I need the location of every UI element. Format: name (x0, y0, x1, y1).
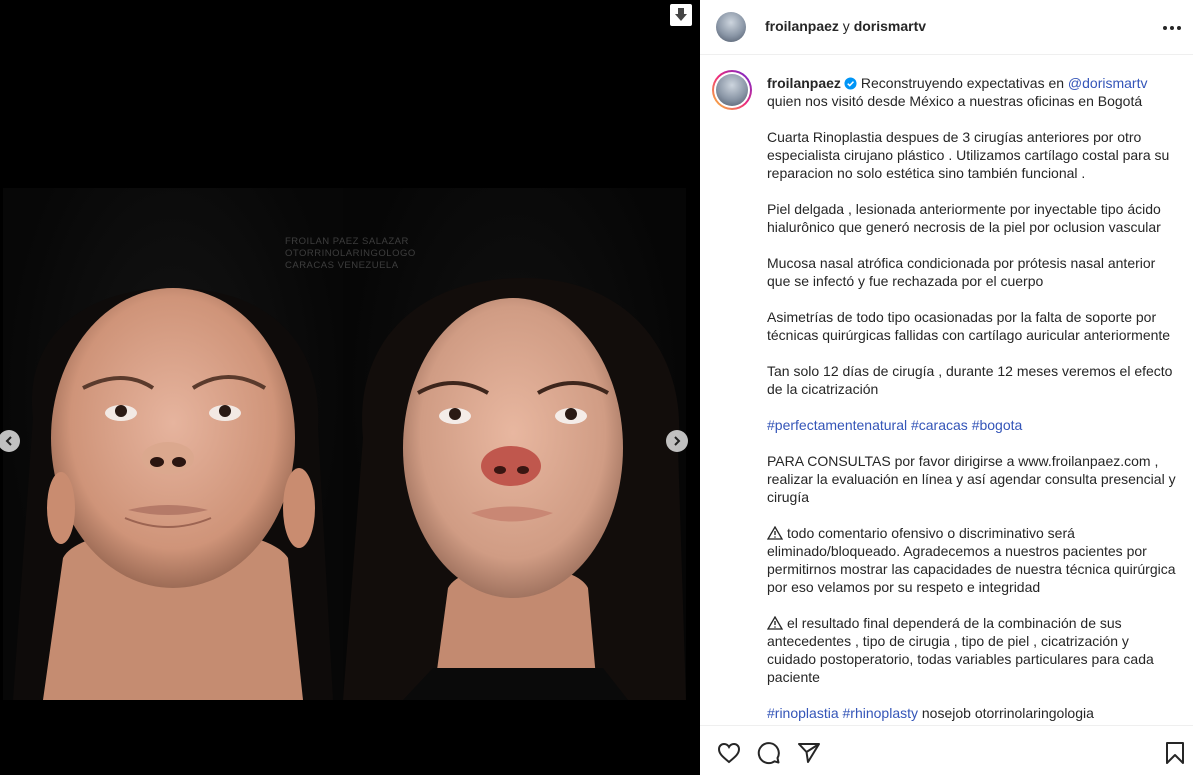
post-authors: froilanpaez y dorismartv (765, 18, 926, 34)
caption-avatar[interactable] (712, 70, 752, 110)
save-button[interactable] (1162, 740, 1188, 766)
caption-text: Reconstruyendo expectativas en (860, 75, 1065, 91)
heart-icon (717, 742, 741, 764)
hashtag-link[interactable]: #caracas (911, 417, 968, 433)
watermark-line: FROILAN PAEZ SALAZAR (285, 236, 409, 247)
post-actions-bar (700, 725, 1193, 775)
hashtag-link[interactable]: #rinoplastia (767, 705, 839, 721)
more-options-button[interactable] (1160, 16, 1184, 40)
post-side-panel: froilanpaez y dorismartv froilanpaez Reco… (700, 0, 1193, 775)
caption-paragraph: Asimetrías de todo tipo ocasionadas por … (767, 309, 1171, 343)
caption-paragraph: todo comentario ofensivo o discriminativ… (767, 525, 1176, 595)
verified-icon (844, 77, 857, 90)
post-caption: froilanpaez Reconstruyendo expectativas e… (767, 74, 1177, 725)
like-button[interactable] (716, 740, 742, 766)
caption-paragraph: Cuarta Rinoplastia despues de 3 cirugías… (767, 129, 1170, 181)
next-slide-button[interactable] (666, 430, 688, 452)
caption-username[interactable]: froilanpaez (767, 75, 841, 91)
caption-paragraph: PARA CONSULTAS por favor dirigirse a www… (767, 453, 1176, 505)
caption-text: nosejob otorrinolaringologia (921, 705, 1094, 721)
hashtag-link[interactable]: #bogota (972, 417, 1023, 433)
download-icon (675, 8, 687, 21)
download-button[interactable] (670, 4, 692, 26)
mention-link[interactable]: @dorismartv (1068, 75, 1148, 91)
hashtag-link[interactable]: #rhinoplasty (843, 705, 919, 721)
bookmark-icon (1166, 742, 1184, 764)
watermark-line: OTORRINOLARINGOLOGO (285, 248, 416, 259)
authors-joiner: y (842, 18, 850, 34)
caption-paragraph: el resultado final dependerá de la combi… (767, 615, 1154, 685)
coauthor-link[interactable]: dorismartv (854, 18, 926, 34)
share-button[interactable] (796, 740, 822, 766)
warning-icon (767, 526, 783, 540)
chevron-left-icon (5, 436, 12, 446)
hashtag-link[interactable]: #perfectamentenatural (767, 417, 907, 433)
avatar[interactable] (716, 12, 746, 42)
author-link[interactable]: froilanpaez (765, 18, 839, 34)
comment-icon (757, 742, 780, 765)
photo-watermark: FROILAN PAEZ SALAZAR OTORRINOLARINGOLOGO… (285, 236, 425, 272)
caption-paragraph: Mucosa nasal atrófica condicionada por p… (767, 255, 1156, 289)
post-header: froilanpaez y dorismartv (700, 0, 1193, 55)
caption-text: quien nos visitó desde México a nuestras… (767, 93, 1143, 109)
watermark-line: CARACAS VENEZUELA (285, 260, 399, 271)
share-icon (798, 743, 820, 763)
more-icon (1163, 26, 1181, 30)
avatar (716, 74, 748, 106)
caption-paragraph: Tan solo 12 días de cirugía , durante 12… (767, 363, 1173, 397)
comment-button[interactable] (756, 740, 782, 766)
warning-icon (767, 616, 783, 630)
post-media: FROILAN PAEZ SALAZAR OTORRINOLARINGOLOGO… (0, 0, 700, 775)
chevron-right-icon (674, 436, 681, 446)
caption-area[interactable]: froilanpaez Reconstruyendo expectativas e… (700, 56, 1193, 725)
caption-paragraph: Piel delgada , lesionada anteriormente p… (767, 201, 1161, 235)
